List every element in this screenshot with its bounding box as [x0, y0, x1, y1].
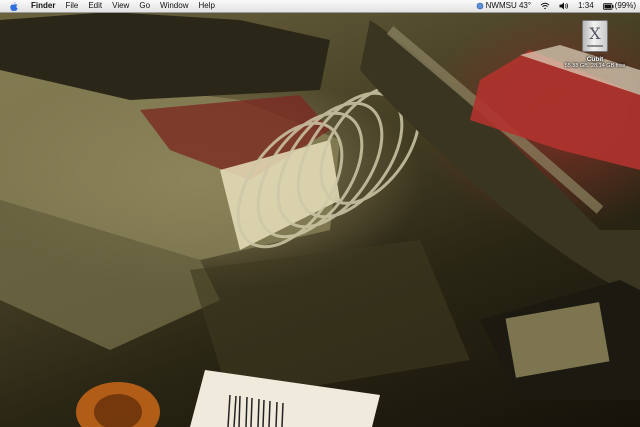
menu-go[interactable]: Go — [134, 0, 155, 12]
menu-window[interactable]: Window — [155, 0, 193, 12]
weather-icon — [476, 2, 483, 10]
drive-info: 55.88 GB, 28.14 GB free — [564, 63, 626, 69]
menu-finder[interactable]: Finder — [26, 0, 60, 12]
menu-file[interactable]: File — [60, 0, 83, 12]
weather-menu-extra[interactable]: NWMSU 43° — [476, 0, 531, 12]
battery-percent: (99%) — [614, 1, 636, 10]
drive-label: Cubit — [586, 56, 604, 63]
apple-icon[interactable] — [9, 1, 19, 11]
battery-icon — [602, 2, 614, 10]
weather-text: NWMSU 43° — [485, 1, 532, 10]
menu-help[interactable]: Help — [193, 0, 219, 12]
desktop-drive-cubit[interactable]: X Cubit 55.88 GB, 28.14 GB free — [555, 20, 635, 69]
clock-menu-extra[interactable]: 1:34 — [578, 0, 594, 12]
hard-drive-icon: X — [582, 20, 608, 52]
desktop: Finder File Edit View Go Window Help NWM… — [0, 0, 640, 427]
wifi-icon — [540, 2, 550, 10]
wifi-menu-extra[interactable] — [540, 2, 550, 10]
clock-text: 1:34 — [578, 1, 594, 10]
volume-icon — [559, 2, 569, 10]
menu-view[interactable]: View — [107, 0, 134, 12]
menubar: Finder File Edit View Go Window Help NWM… — [0, 0, 640, 13]
volume-menu-extra[interactable] — [559, 2, 569, 10]
desktop-wallpaper — [0, 12, 640, 427]
menu-edit[interactable]: Edit — [83, 0, 107, 12]
battery-menu-extra[interactable]: (99%) — [602, 0, 636, 12]
